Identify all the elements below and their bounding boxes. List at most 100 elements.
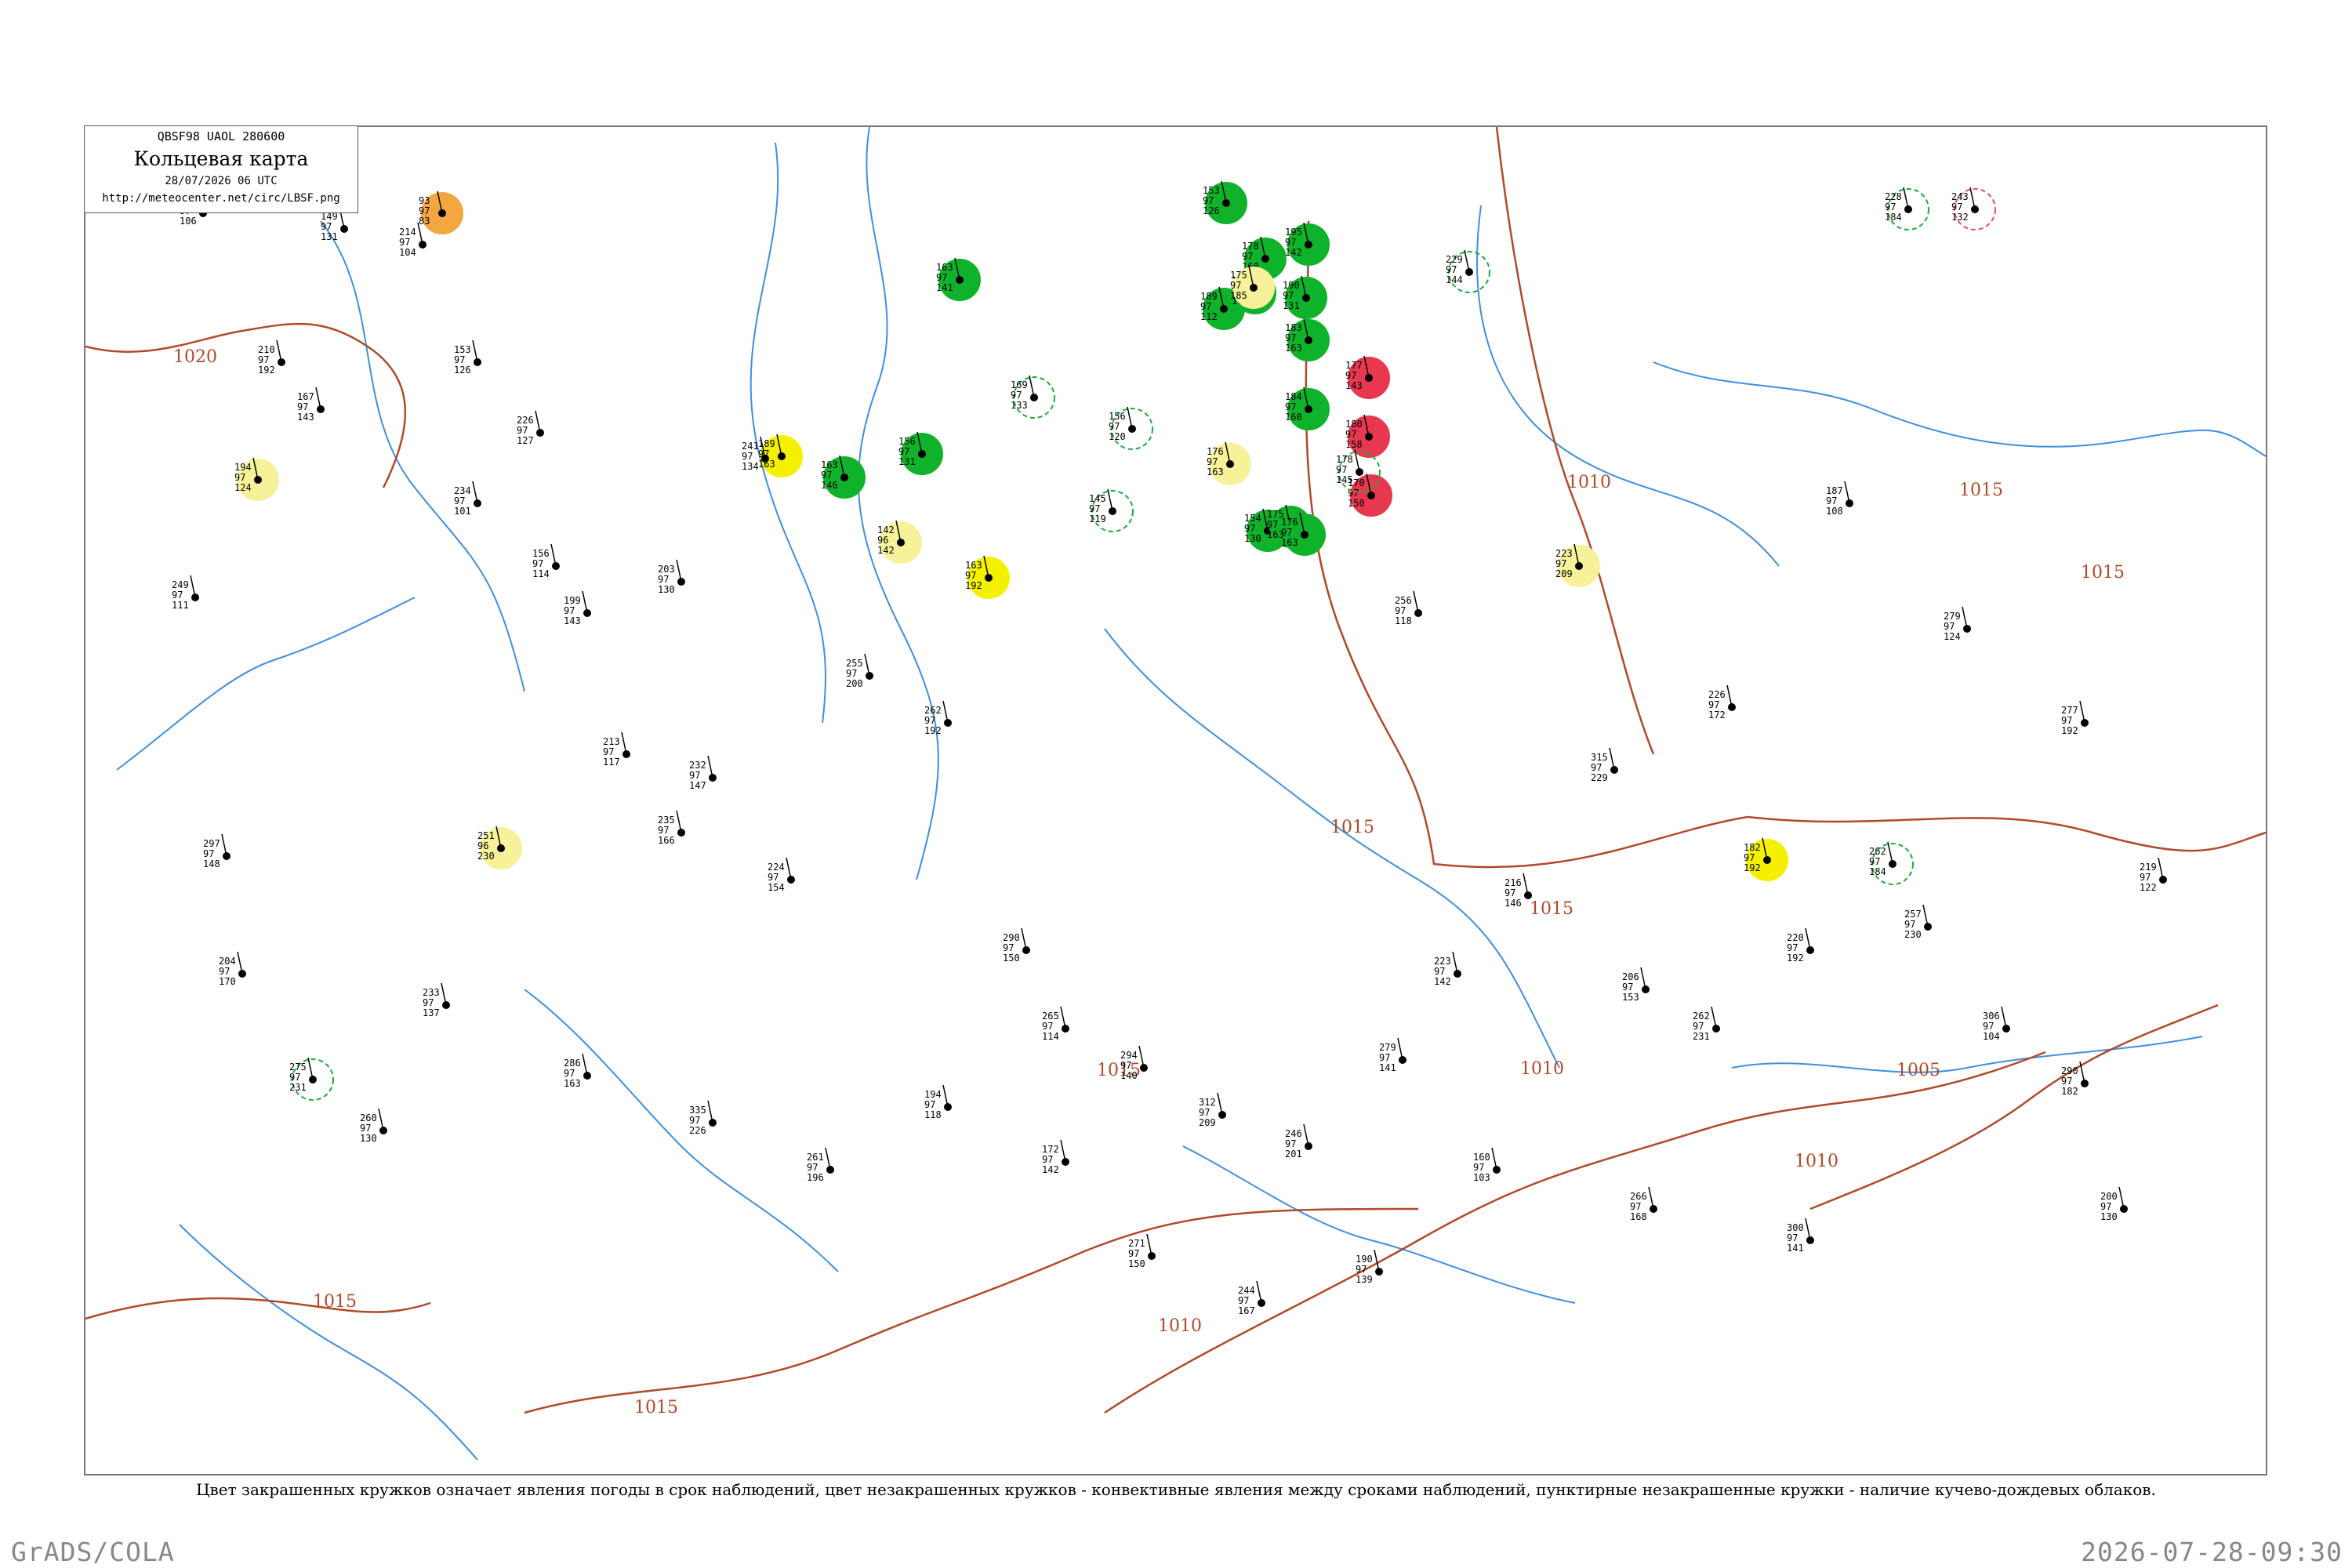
station-value: 97 [1109, 421, 1120, 432]
station-value: 158 [1345, 439, 1363, 450]
station-value: 192 [258, 365, 275, 376]
map-title: Кольцевая карта [133, 147, 309, 170]
station-value: 97 [1207, 456, 1218, 467]
station-value: 190 [1283, 280, 1300, 291]
station-value: 160 [1473, 1152, 1490, 1163]
station-value: 97 [1281, 527, 1292, 538]
station-value: 124 [1944, 631, 1961, 642]
station-marker: 21497104 [399, 222, 426, 258]
station-value: 97 [924, 715, 935, 726]
station-value: 143 [297, 412, 314, 423]
station-value: 246 [1285, 1128, 1302, 1139]
station-marker: 27797192 [2061, 700, 2089, 736]
station-marker: 17697163 [1281, 512, 1326, 556]
station-value: 97 [1356, 1264, 1367, 1275]
station-value: 124 [234, 482, 252, 493]
wind-barb [2158, 857, 2164, 880]
station-value: 97 [1003, 942, 1014, 953]
station-value: 97 [1283, 290, 1294, 301]
station-value: 97 [2061, 1076, 2072, 1087]
station-value: 153 [454, 344, 471, 355]
station-marker: 22697172 [1708, 684, 1736, 720]
station-value: 97 [2061, 715, 2072, 726]
river-2 [750, 142, 826, 724]
station-value: 169 [1011, 379, 1028, 390]
station-marker: 14597119 [1089, 488, 1134, 532]
station-value: 232 [689, 760, 706, 771]
station-value: 189 [1200, 291, 1218, 302]
station-value: 148 [203, 858, 220, 869]
station-value: 235 [658, 815, 675, 826]
station-marker: 14296142 [877, 520, 922, 564]
station-marker: 26697168 [1630, 1186, 1657, 1222]
station-value: 183 [1285, 322, 1302, 333]
station-marker: 26097130 [360, 1108, 387, 1144]
coast-1 [179, 1224, 478, 1461]
station-value: 97 [399, 237, 410, 248]
wind-barb [307, 1057, 314, 1080]
station-value: 192 [1787, 953, 1804, 964]
station-value: 146 [1504, 898, 1522, 909]
station-marker: 16397141 [936, 257, 981, 301]
station-value: 122 [2140, 882, 2157, 893]
source-url[interactable]: http://meteocenter.net/circ/LBSF.png [85, 192, 358, 205]
station-value: 145 [1336, 474, 1353, 485]
wind-barb [535, 410, 541, 434]
river-1 [858, 127, 939, 880]
station-value: 266 [1630, 1191, 1647, 1202]
river-9 [116, 597, 416, 771]
station-value: 97 [924, 1099, 935, 1110]
wind-barb [1029, 375, 1035, 398]
station-marker: 18797108 [1826, 481, 1853, 517]
station-value: 228 [1885, 191, 1902, 202]
wind-barb [786, 857, 792, 880]
wind-barb [942, 1084, 949, 1108]
station-value: 156 [1109, 411, 1126, 422]
station-marker: 16797143 [297, 387, 325, 423]
station-value: 97 [1285, 237, 1296, 248]
station-value: 97 [454, 354, 465, 365]
station-value: 114 [532, 568, 550, 579]
station-value: 97 [1904, 919, 1915, 930]
station-value: 97 [1446, 264, 1457, 275]
station-value: 241 [742, 441, 759, 452]
station-value: 97 [936, 272, 947, 283]
station-marker: 22697127 [517, 410, 544, 446]
station-value: 97 [454, 495, 465, 506]
station-value: 137 [423, 1007, 440, 1018]
station-value: 243 [1951, 191, 1969, 202]
station-value: 182 [2061, 1086, 2078, 1097]
station-marker: 15397126 [454, 339, 481, 376]
station-marker: 21097192 [258, 339, 285, 376]
station-value: 143 [1345, 380, 1363, 391]
station-marker: 25597200 [846, 653, 873, 689]
wind-barb [1452, 951, 1458, 975]
isobar-1010 [1104, 1051, 2046, 1414]
station-value: 178 [1336, 454, 1353, 465]
station-value: 150 [1348, 498, 1365, 509]
station-value: 172 [1708, 710, 1726, 720]
station-value: 180 [1345, 419, 1363, 430]
station-value: 210 [258, 344, 275, 355]
station-value: 97 [297, 401, 308, 412]
station-value: 175 [1230, 270, 1247, 281]
station-value: 97 [658, 825, 669, 836]
station-value: 315 [1591, 752, 1608, 763]
station-value: 251 [477, 830, 495, 841]
wind-barb [472, 339, 478, 363]
station-value: 163 [1207, 466, 1224, 477]
station-value: 97 [564, 1068, 575, 1079]
wind-barb [825, 1147, 831, 1171]
station-value: 97 [965, 570, 976, 581]
station-value: 97 [1787, 1232, 1798, 1243]
station-value: 279 [1944, 611, 1961, 622]
station-value: 306 [1983, 1011, 2000, 1022]
wind-barb [1060, 1006, 1066, 1029]
station-marker: 16397192 [965, 555, 1010, 599]
station-value: 154 [1244, 513, 1261, 524]
station-value: 200 [846, 678, 863, 689]
station-value: 97 [1693, 1021, 1704, 1032]
station-marker: 25196230 [477, 826, 522, 869]
station-value: 97 [1089, 503, 1100, 514]
station-marker: 22997144 [1446, 249, 1490, 293]
